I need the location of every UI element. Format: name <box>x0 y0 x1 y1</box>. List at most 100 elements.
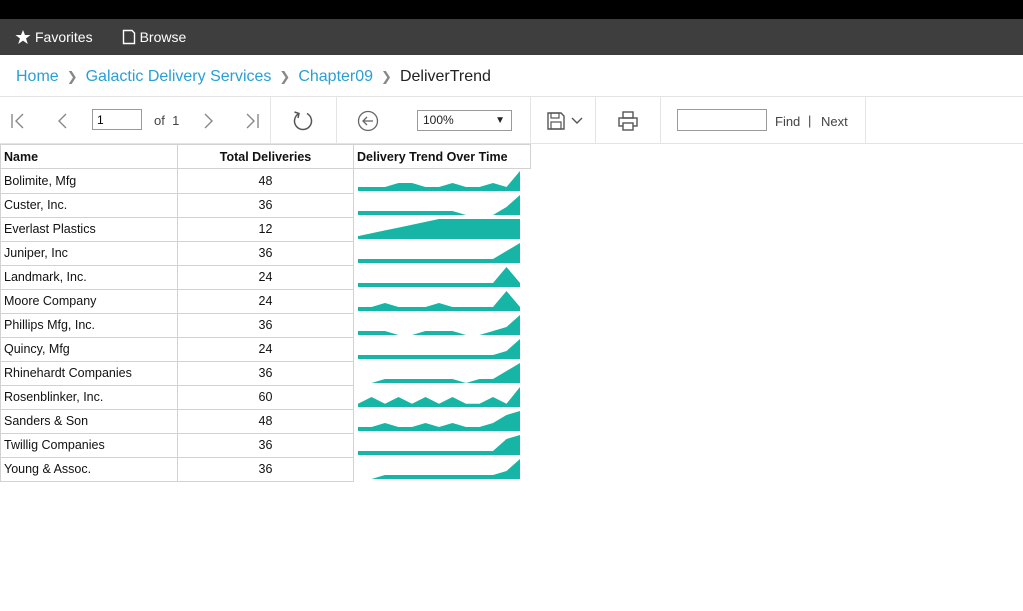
table-row: Custer, Inc. 36 <box>0 192 531 218</box>
cell-total-deliveries: 24 <box>177 336 354 362</box>
total-pages: 1 <box>172 113 180 128</box>
cell-delivery-trend <box>353 313 531 337</box>
header-delivery-trend: Delivery Trend Over Time <box>353 144 531 169</box>
sparkline-area <box>358 219 520 239</box>
cell-total-deliveries: 60 <box>177 384 354 410</box>
cell-delivery-trend <box>353 241 531 265</box>
cell-name: Landmark, Inc. <box>0 264 178 290</box>
sparkline-chart <box>358 435 520 455</box>
cell-delivery-trend <box>353 193 531 217</box>
toolbar-divider <box>530 97 531 144</box>
table-row: Juniper, Inc 36 <box>0 240 531 266</box>
toolbar-divider <box>865 97 866 144</box>
cell-name: Custer, Inc. <box>0 192 178 218</box>
find-input[interactable] <box>677 109 767 131</box>
cell-total-deliveries: 36 <box>177 456 354 482</box>
sparkline-area <box>358 243 520 263</box>
page-number-input[interactable] <box>92 109 142 130</box>
cell-name: Bolimite, Mfg <box>0 168 178 194</box>
cell-name: Sanders & Son <box>0 408 178 434</box>
export-button[interactable] <box>544 109 586 133</box>
sparkline-chart <box>358 387 520 407</box>
sparkline-chart <box>358 195 520 215</box>
table-row: Rhinehardt Companies 36 <box>0 360 531 386</box>
header-name: Name <box>0 144 178 169</box>
table-row: Everlast Plastics 12 <box>0 216 531 242</box>
sparkline-chart <box>358 411 520 431</box>
table-row: Landmark, Inc. 24 <box>0 264 531 290</box>
toolbar-divider <box>336 97 337 144</box>
chevron-right-icon <box>204 113 213 129</box>
sparkline-chart <box>358 339 520 359</box>
table-row: Bolimite, Mfg 48 <box>0 168 531 194</box>
find-button[interactable]: Find <box>775 114 800 129</box>
sparkline-area <box>358 435 520 455</box>
cell-delivery-trend <box>353 168 531 193</box>
report-toolbar: of 1 100% ▼ Find | Next <box>0 96 1023 144</box>
sparkline-area <box>358 315 520 335</box>
cell-delivery-trend <box>353 289 531 313</box>
sparkline-area <box>358 267 520 287</box>
sparkline-chart <box>358 243 520 263</box>
cell-total-deliveries: 36 <box>177 360 354 386</box>
cell-total-deliveries: 36 <box>177 240 354 266</box>
report-table: Name Total Deliveries Delivery Trend Ove… <box>0 144 531 482</box>
sparkline-chart <box>358 291 520 311</box>
cell-total-deliveries: 36 <box>177 312 354 338</box>
breadcrumb-galactic-delivery-services[interactable]: Galactic Delivery Services <box>86 68 272 86</box>
toolbar-divider <box>660 97 661 144</box>
sparkline-chart <box>358 363 520 383</box>
refresh-icon <box>293 111 313 131</box>
sparkline-chart <box>358 315 520 335</box>
cell-delivery-trend <box>353 265 531 289</box>
cell-total-deliveries: 48 <box>177 168 354 194</box>
find-next-button[interactable]: Next <box>821 114 848 129</box>
sparkline-chart <box>358 219 520 239</box>
next-page-button[interactable] <box>196 110 220 132</box>
sparkline-chart <box>358 459 520 479</box>
cell-name: Everlast Plastics <box>0 216 178 242</box>
last-page-button[interactable] <box>240 110 264 132</box>
page-count: of 1 <box>154 113 179 128</box>
previous-page-button[interactable] <box>50 110 74 132</box>
browse-button[interactable]: Browse <box>122 29 186 45</box>
refresh-button[interactable] <box>290 109 316 133</box>
last-page-icon <box>246 113 259 129</box>
toolbar-divider <box>270 97 271 144</box>
cell-delivery-trend <box>353 409 531 433</box>
sparkline-area <box>358 171 520 191</box>
cell-delivery-trend <box>353 433 531 457</box>
breadcrumb-current-page: DeliverTrend <box>399 68 491 85</box>
chevron-right-icon: ❯ <box>279 69 291 84</box>
table-row: Twillig Companies 36 <box>0 432 531 458</box>
save-icon <box>547 112 565 130</box>
sparkline-chart <box>358 171 520 191</box>
navigation-bar: Favorites Browse <box>0 19 1023 55</box>
back-button[interactable] <box>355 109 381 133</box>
cell-name: Young & Assoc. <box>0 456 178 482</box>
sparkline-area <box>358 195 520 215</box>
sparkline-area <box>358 363 520 383</box>
table-body: Bolimite, Mfg 48 Custer, Inc. 36 Everlast Pl… <box>0 168 531 482</box>
chevron-left-icon <box>58 113 67 129</box>
chevron-right-icon: ❯ <box>66 69 78 84</box>
zoom-select[interactable]: 100% ▼ <box>417 110 512 131</box>
print-button[interactable] <box>615 109 641 133</box>
cell-delivery-trend <box>353 385 531 409</box>
breadcrumb-home[interactable]: Home <box>16 68 59 86</box>
table-row: Young & Assoc. 36 <box>0 456 531 482</box>
cell-delivery-trend <box>353 457 531 481</box>
first-page-button[interactable] <box>6 110 30 132</box>
header-total-deliveries: Total Deliveries <box>177 144 354 169</box>
breadcrumb-chapter09[interactable]: Chapter09 <box>298 68 373 86</box>
table-header-row: Name Total Deliveries Delivery Trend Ove… <box>0 144 531 169</box>
back-arrow-icon <box>357 110 379 132</box>
sparkline-area <box>358 411 520 431</box>
favorites-button[interactable]: Favorites <box>15 29 93 45</box>
cell-total-deliveries: 24 <box>177 264 354 290</box>
sparkline-area <box>358 339 520 359</box>
cell-name: Rosenblinker, Inc. <box>0 384 178 410</box>
document-icon <box>122 29 135 45</box>
table-row: Phillips Mfg, Inc. 36 <box>0 312 531 338</box>
of-label: of <box>154 113 165 128</box>
